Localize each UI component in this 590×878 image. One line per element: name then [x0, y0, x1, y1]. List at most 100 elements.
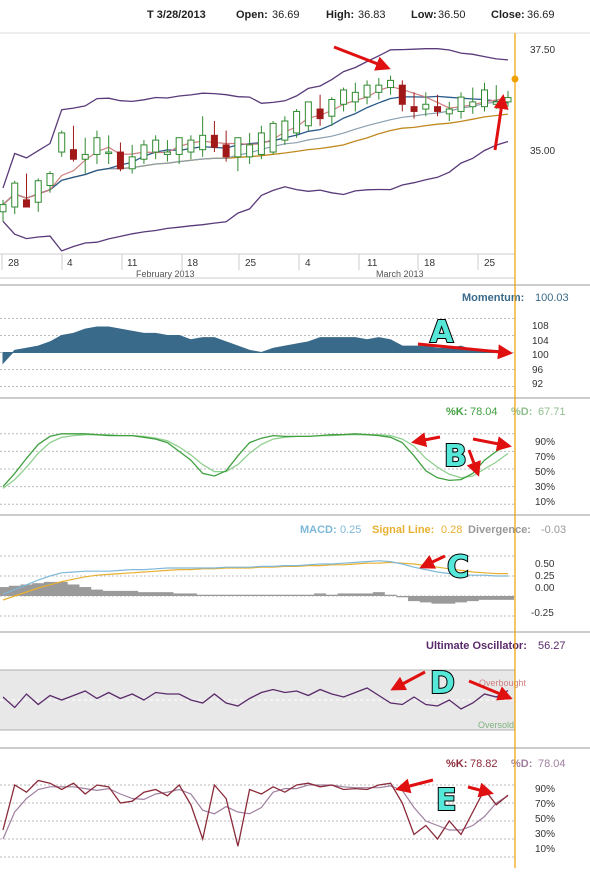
momentum-tick: 92	[532, 379, 544, 390]
divergence-bar	[278, 594, 291, 596]
momentum-tick: 100	[532, 350, 549, 361]
divergence-bar	[408, 596, 421, 602]
divergence-bar	[361, 593, 374, 596]
annotation-arrow	[411, 432, 441, 448]
high-label: High:	[326, 9, 354, 21]
divergence-bar	[372, 592, 385, 596]
annotation-arrow	[466, 449, 481, 477]
date-tick: 28	[8, 258, 20, 269]
candle-body	[398, 84, 406, 105]
annotation-letter-e: E	[436, 783, 457, 818]
annotation-letter-a: A	[430, 315, 454, 350]
moving-average-mid	[2, 100, 509, 206]
candle-body	[105, 151, 113, 155]
momentum-tick: 96	[532, 365, 544, 376]
date-tick: 4	[305, 258, 311, 269]
ultimate-value: 56.27	[538, 640, 566, 652]
candle-body	[363, 84, 371, 98]
divergence-bar	[443, 596, 456, 604]
candle-body	[422, 103, 430, 110]
candle-body	[410, 106, 418, 112]
candle-body	[199, 134, 207, 151]
month-label-feb: February 2013	[136, 269, 195, 279]
stoch-tick: 50%	[535, 467, 555, 478]
candle-body	[481, 89, 489, 108]
divergence-bar	[267, 594, 280, 596]
date-tick: 18	[424, 258, 436, 269]
divergence-bar	[302, 594, 315, 596]
price-tick-bottom: 35.00	[530, 146, 555, 157]
candle-body	[445, 108, 453, 115]
divergence-label: Divergence:	[468, 524, 531, 536]
bollinger-lower	[2, 140, 509, 252]
candle-body	[316, 108, 324, 120]
candle-body	[58, 132, 66, 153]
annotation-letter-b: B	[444, 439, 467, 474]
stoch-k-value: 78.04	[470, 406, 498, 418]
divergence-bar	[431, 596, 444, 604]
divergence-bar	[455, 596, 468, 603]
divergence-bar	[325, 594, 338, 596]
stoch-tick: 10%	[535, 497, 555, 508]
stoch-d-line	[2, 434, 509, 489]
fast-d-line	[2, 784, 509, 840]
candle-body	[187, 139, 195, 153]
candle-body	[375, 84, 383, 93]
stoch-d-label: %D:	[511, 406, 532, 418]
fast-stoch-header: %K: 78.82 %D: 78.04	[446, 758, 566, 770]
momentum-tick: 108	[532, 321, 549, 332]
fast-k-line	[2, 779, 509, 847]
divergence-bar	[243, 594, 256, 596]
fast-stoch-tick: 90%	[535, 784, 555, 795]
divergence-bar	[255, 594, 268, 596]
divergence-bar	[478, 596, 491, 600]
candle-body	[281, 120, 289, 141]
open-label: Open:	[236, 9, 268, 21]
candle-body	[504, 97, 512, 103]
date-tick: 11	[127, 258, 138, 269]
divergence-bar	[137, 592, 150, 596]
candle-body	[328, 99, 336, 117]
divergence-bar	[396, 596, 409, 598]
stoch-k-line	[2, 433, 509, 488]
divergence-bar	[114, 590, 127, 596]
stoch-header: %K: 78.04 %D: 67.71	[446, 406, 566, 418]
fast-d-value: 78.04	[538, 758, 566, 770]
bollinger-upper	[2, 48, 509, 189]
chart-canvas: T 3/28/2013 Open: 36.69 High: 36.83 Low:…	[0, 9, 590, 868]
candle-body	[269, 122, 277, 153]
candle-body	[210, 134, 218, 148]
candle-body	[469, 101, 477, 108]
fast-stoch-axis: 90% 70% 50% 30% 10%	[535, 784, 555, 855]
divergence-bar	[490, 596, 503, 600]
candle-body	[152, 139, 160, 153]
macd-tick: 0.50	[535, 559, 555, 570]
divergence-bar	[102, 590, 115, 596]
macd-tick: 0.25	[535, 571, 555, 582]
candle-body	[175, 137, 183, 155]
candle-body	[434, 106, 442, 112]
divergence-value: -0.03	[541, 524, 566, 536]
divergence-bar	[126, 590, 139, 596]
candle-body	[257, 132, 265, 155]
candle-body	[140, 144, 148, 160]
low-label: Low:	[411, 9, 437, 21]
macd-axis: 0.50 0.25 0.00 -0.25	[531, 559, 555, 619]
divergence-bar	[90, 589, 103, 596]
fast-stoch-tick: 10%	[535, 844, 555, 855]
candle-body	[116, 151, 124, 170]
signal-value: 0.28	[441, 524, 462, 536]
candle-body	[351, 91, 359, 103]
moving-average-short	[2, 95, 509, 206]
fast-stoch-tick: 70%	[535, 799, 555, 810]
macd-value: 0.25	[340, 524, 361, 536]
divergence-bar	[184, 593, 197, 596]
candle-body	[0, 204, 7, 213]
divergence-bar	[419, 596, 432, 603]
macd-header: MACD: 0.25 Signal Line: 0.28 Divergence:…	[300, 524, 566, 536]
divergence-bar	[161, 592, 174, 596]
candle-body	[492, 101, 500, 105]
momentum-axis: 108 104 100 96 92	[532, 321, 549, 390]
stoch-tick: 70%	[535, 452, 555, 463]
annotation-letter-c: C	[447, 550, 469, 585]
